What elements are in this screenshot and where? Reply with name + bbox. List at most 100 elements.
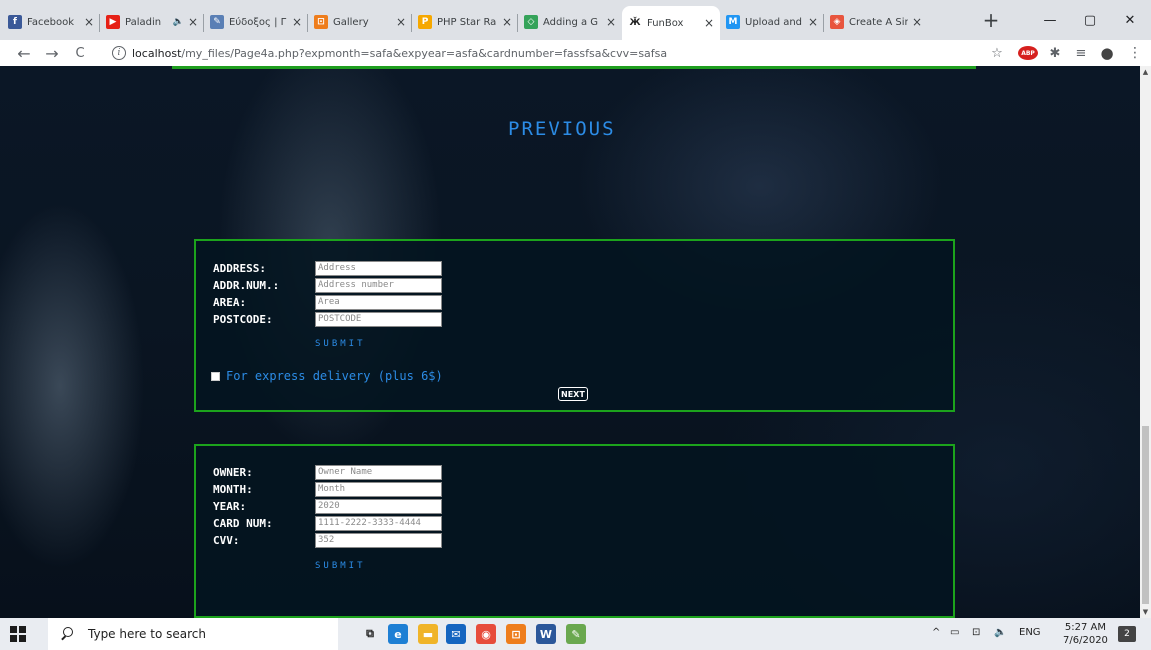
page-viewport: PREVIOUS ADDRESS: Address ADDR.NUM.: Addres… bbox=[0, 66, 1140, 618]
network-icon[interactable]: ▭ bbox=[950, 627, 959, 638]
scroll-up-arrow-icon[interactable]: ▲ bbox=[1140, 66, 1151, 78]
field-label: CVV: bbox=[213, 533, 240, 547]
field-label: AREA: bbox=[213, 295, 247, 309]
express-delivery-checkbox[interactable] bbox=[211, 371, 220, 381]
address-form-panel: ADDRESS: Address ADDR.NUM.: Address number A… bbox=[194, 239, 955, 412]
tab-close-icon[interactable]: × bbox=[84, 15, 94, 29]
card-submit-button[interactable]: SUBMIT bbox=[315, 561, 366, 571]
reload-button[interactable]: C bbox=[70, 43, 90, 63]
browser-tab[interactable]: ◇ Adding a G × bbox=[518, 8, 622, 36]
language-indicator[interactable]: ENG bbox=[1019, 627, 1041, 638]
field-label: YEAR: bbox=[213, 499, 247, 513]
eudoxus-icon: ✎ bbox=[210, 15, 224, 29]
media-control-icon[interactable]: ≡ bbox=[1072, 44, 1090, 62]
tab-title: Facebook bbox=[27, 16, 74, 28]
tab-title: FunBox bbox=[647, 17, 684, 29]
adblock-icon[interactable]: ABP bbox=[1018, 46, 1038, 60]
text-input[interactable]: 2020 bbox=[315, 498, 442, 514]
tab-audio-icon[interactable]: 🔈 bbox=[173, 17, 184, 27]
minimize-button[interactable]: — bbox=[1030, 6, 1070, 34]
scroll-thumb[interactable] bbox=[1142, 426, 1149, 604]
field-label: POSTCODE: bbox=[213, 312, 273, 326]
tab-title: PHP Star Ra bbox=[437, 16, 497, 28]
funbox-icon: Ӂ bbox=[628, 16, 642, 30]
mailchimp-icon: M bbox=[726, 15, 740, 29]
browser-tab[interactable]: Ӂ FunBox × bbox=[622, 6, 720, 40]
edge-icon[interactable]: e bbox=[388, 624, 408, 644]
previous-link[interactable]: PREVIOUS bbox=[508, 118, 616, 140]
text-input[interactable]: POSTCODE bbox=[315, 311, 442, 327]
new-tab-button[interactable]: + bbox=[979, 8, 1003, 32]
address-submit-button[interactable]: SUBMIT bbox=[315, 339, 366, 349]
gallery-icon: ⊡ bbox=[314, 15, 328, 29]
express-delivery-option[interactable]: For express delivery (plus 6$) bbox=[211, 369, 443, 383]
bookmark-star-icon[interactable]: ☆ bbox=[988, 44, 1006, 62]
text-input[interactable]: Month bbox=[315, 481, 442, 497]
chrome-menu-icon[interactable]: ⋮ bbox=[1126, 44, 1144, 62]
windows-start-icon[interactable] bbox=[10, 626, 26, 642]
clock-date: 7/6/2020 bbox=[1063, 635, 1108, 646]
forward-button[interactable]: → bbox=[42, 43, 62, 63]
gallery-app-icon[interactable]: ⊡ bbox=[506, 624, 526, 644]
notepad-icon[interactable]: ✎ bbox=[566, 624, 586, 644]
card-form-panel: OWNER: Owner Name MONTH: Month YEAR: 2020 CARD… bbox=[194, 444, 955, 618]
extensions-puzzle-icon[interactable]: ✱ bbox=[1046, 44, 1064, 62]
tab-close-icon[interactable]: × bbox=[188, 15, 198, 29]
search-icon bbox=[60, 627, 74, 641]
form-row: YEAR: 2020 bbox=[213, 498, 442, 514]
text-input[interactable]: Area bbox=[315, 294, 442, 310]
file-explorer-icon[interactable]: ▬ bbox=[418, 624, 438, 644]
task-view-icon[interactable]: ⧉ bbox=[360, 624, 380, 644]
scroll-down-arrow-icon[interactable]: ▼ bbox=[1140, 606, 1151, 618]
text-input[interactable]: Address number bbox=[315, 277, 442, 293]
form-row: OWNER: Owner Name bbox=[213, 464, 442, 480]
notification-center-icon[interactable]: 2 bbox=[1118, 626, 1136, 642]
tray-chevron-icon[interactable]: ^ bbox=[932, 627, 940, 638]
text-input[interactable]: 352 bbox=[315, 532, 442, 548]
clock-time: 5:27 AM bbox=[1064, 622, 1107, 633]
tab-close-icon[interactable]: × bbox=[502, 15, 512, 29]
facebook-icon: f bbox=[8, 15, 22, 29]
chrome-icon[interactable]: ◉ bbox=[476, 624, 496, 644]
form-row: ADDR.NUM.: Address number bbox=[213, 277, 442, 293]
volume-icon[interactable]: 🔈 bbox=[994, 627, 1006, 638]
express-delivery-label: For express delivery (plus 6$) bbox=[226, 369, 443, 383]
window-close-button[interactable]: ✕ bbox=[1110, 6, 1150, 34]
browser-tab[interactable]: ✎ Εύδοξος | Γ × bbox=[204, 8, 308, 36]
browser-tab[interactable]: P PHP Star Ra × bbox=[412, 8, 518, 36]
field-label: CARD NUM: bbox=[213, 516, 273, 530]
tab-close-icon[interactable]: × bbox=[606, 15, 616, 29]
browser-tab[interactable]: ⊡ Gallery × bbox=[308, 8, 412, 36]
field-label: ADDR.NUM.: bbox=[213, 278, 280, 292]
text-input[interactable]: Address bbox=[315, 260, 442, 276]
url-text: localhost/my_files/Page4a.php?expmonth=s… bbox=[132, 46, 668, 60]
profile-icon[interactable]: ● bbox=[1098, 44, 1116, 62]
browser-tab[interactable]: ◈ Create A Sin × bbox=[824, 8, 928, 36]
taskbar-search-box[interactable]: Type here to search bbox=[48, 618, 338, 650]
text-input[interactable]: 1111-2222-3333-4444 bbox=[315, 515, 442, 531]
text-input[interactable]: Owner Name bbox=[315, 464, 442, 480]
youtube-icon: ▶ bbox=[106, 15, 120, 29]
browser-tab[interactable]: f Facebook × bbox=[2, 8, 100, 36]
tab-title: Gallery bbox=[333, 16, 369, 28]
mail-icon[interactable]: ✉ bbox=[446, 624, 466, 644]
browser-tab[interactable]: ▶ Paladin 🔈 × bbox=[100, 8, 204, 36]
tab-close-icon[interactable]: × bbox=[704, 16, 714, 30]
clock[interactable]: 5:27 AM 7/6/2020 bbox=[1063, 621, 1108, 647]
tab-close-icon[interactable]: × bbox=[912, 15, 922, 29]
back-button[interactable]: ← bbox=[14, 43, 34, 63]
restore-button[interactable]: ▢ bbox=[1070, 6, 1110, 34]
page-scrollbar[interactable]: ▲ ▼ bbox=[1140, 66, 1151, 618]
tab-close-icon[interactable]: × bbox=[396, 15, 406, 29]
info-icon[interactable]: i bbox=[112, 46, 126, 60]
tab-close-icon[interactable]: × bbox=[292, 15, 302, 29]
next-button[interactable]: NEXT bbox=[558, 387, 588, 401]
browser-tab[interactable]: M Upload and × bbox=[720, 8, 824, 36]
form-row: CARD NUM: 1111-2222-3333-4444 bbox=[213, 515, 442, 531]
tab-title: Create A Sin bbox=[849, 16, 908, 28]
tab-close-icon[interactable]: × bbox=[808, 15, 818, 29]
address-bar[interactable]: i localhost/my_files/Page4a.php?expmonth… bbox=[100, 43, 980, 63]
wifi-icon[interactable]: ⊡ bbox=[972, 627, 980, 638]
tab-title: Paladin bbox=[125, 16, 162, 28]
word-icon[interactable]: W bbox=[536, 624, 556, 644]
